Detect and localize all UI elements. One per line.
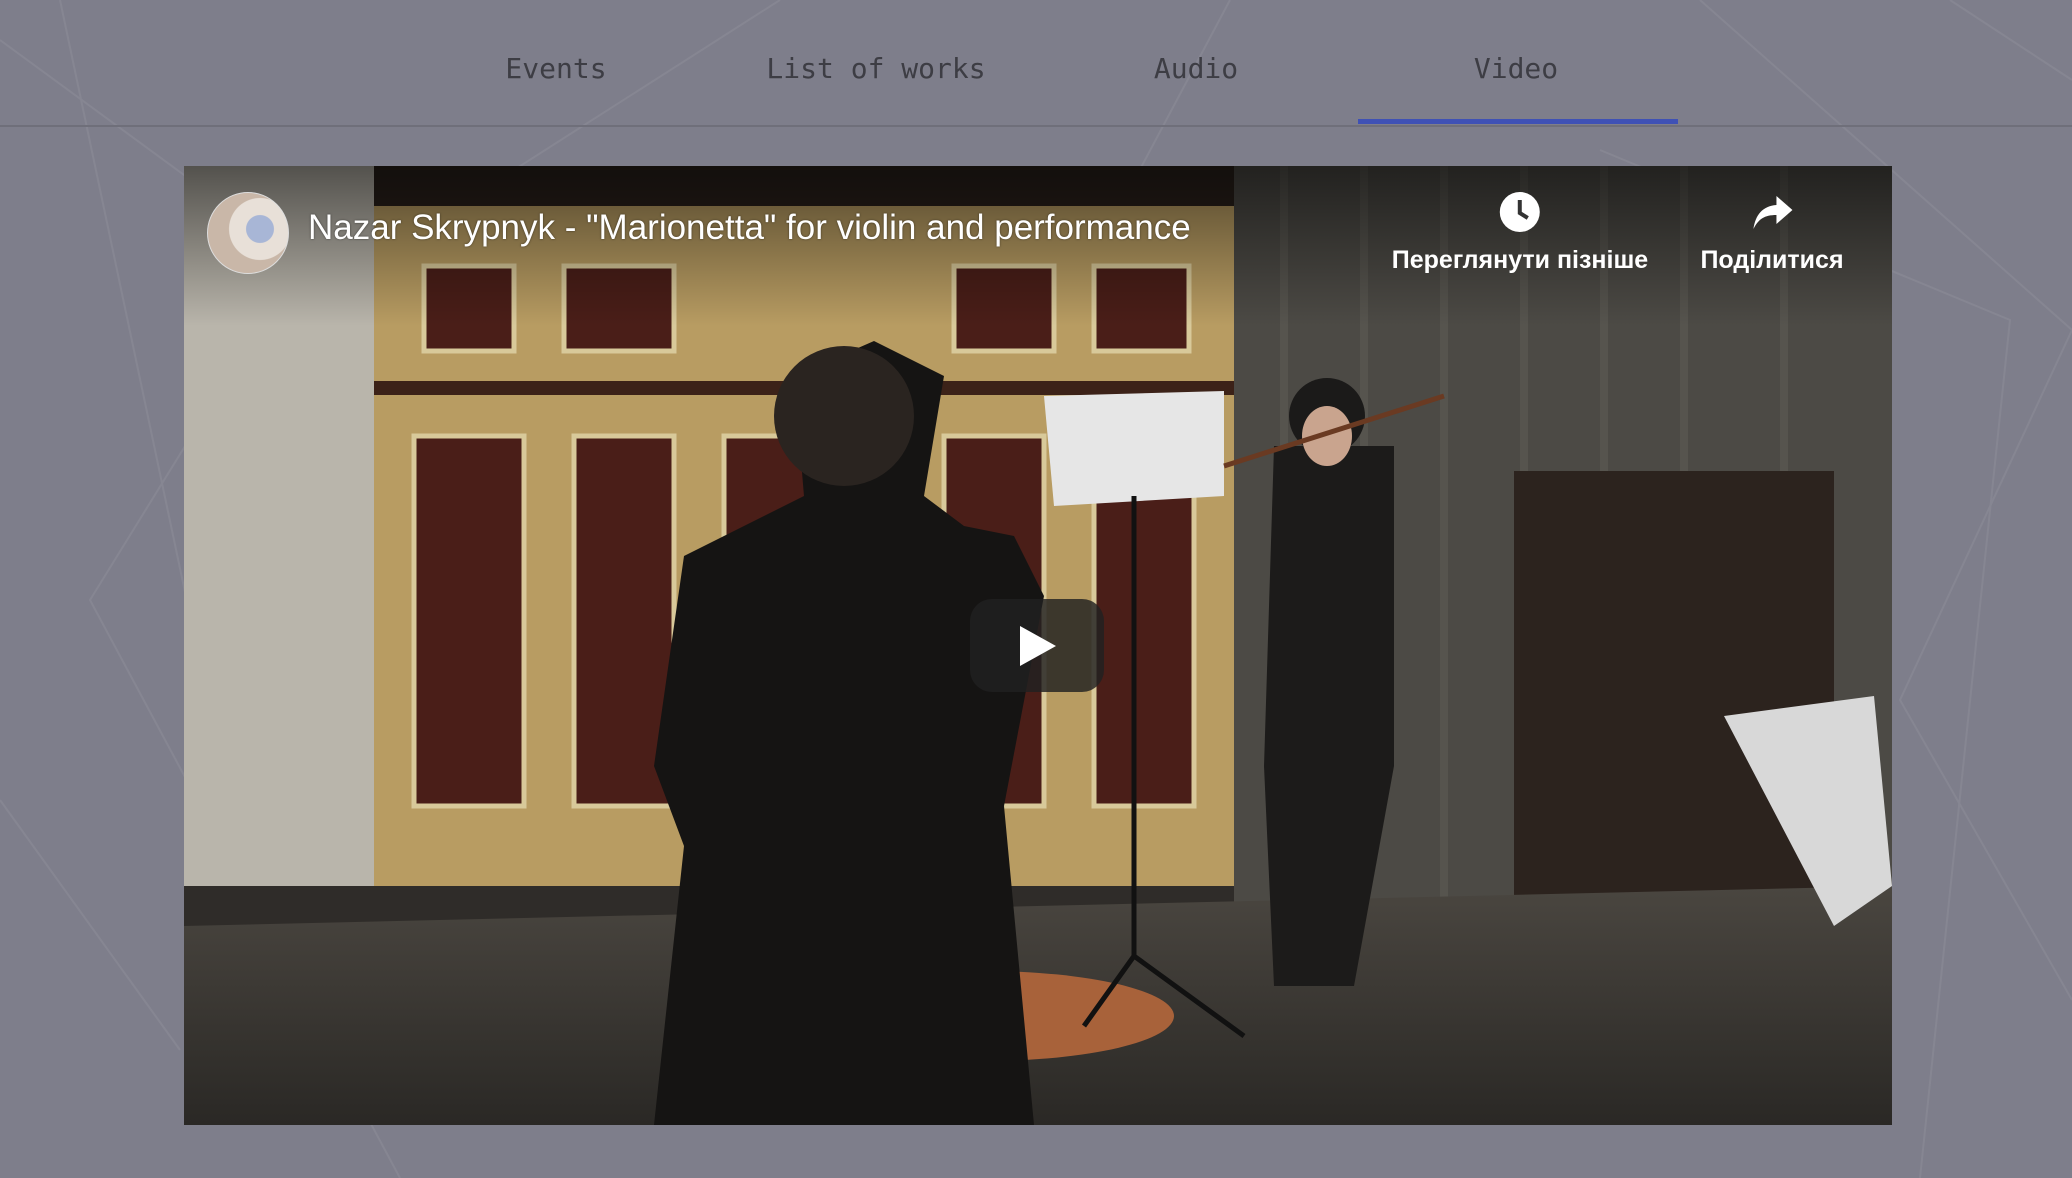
active-tab-indicator [1358,119,1678,124]
share-button[interactable]: Поділитися [1700,190,1844,275]
video-player[interactable]: Nazar Skrypnyk - "Marionetta" for violin… [184,166,1892,1125]
play-icon [1020,626,1056,666]
watch-later-button[interactable]: Переглянути пізніше [1392,190,1648,275]
watch-later-label: Переглянути пізніше [1391,246,1649,274]
play-button[interactable] [970,599,1104,692]
clock-icon [1500,192,1540,232]
share-arrow-icon [1753,196,1792,229]
tab-audio[interactable]: Audio [1154,52,1238,85]
tab-video[interactable]: Video [1474,52,1558,85]
tab-events[interactable]: Events [505,52,606,85]
channel-avatar[interactable] [207,192,289,274]
video-title[interactable]: Nazar Skrypnyk - "Marionetta" for violin… [308,208,1191,248]
tab-bar: Events List of works Audio Video [0,0,2072,127]
tab-list-of-works[interactable]: List of works [766,52,985,85]
share-label: Поділитися [1700,246,1844,274]
